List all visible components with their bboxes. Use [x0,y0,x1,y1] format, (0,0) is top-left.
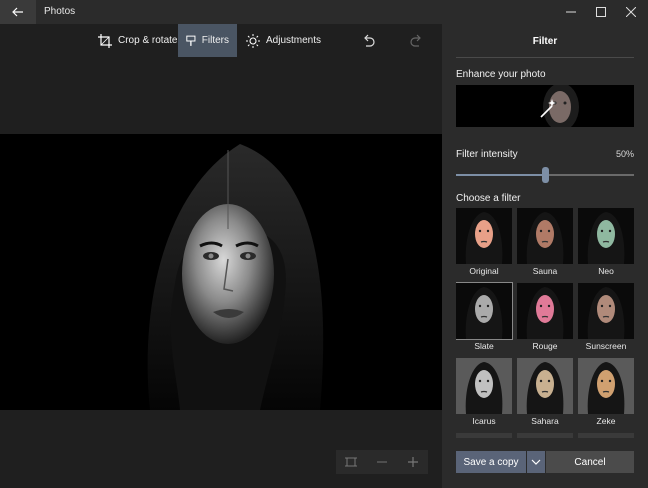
panel-divider [456,57,634,58]
save-copy-button[interactable]: Save a copy [456,451,526,473]
portrait-photo [0,134,442,410]
portrait-thumbnail [517,208,573,264]
app-title: Photos [44,6,76,17]
editor-area: Crop & rotate Filters Adjustments [0,24,442,488]
filter-option-partial[interactable] [578,433,634,438]
back-arrow-icon [12,7,23,17]
filter-label: Sauna [532,266,558,276]
tab-adjustments[interactable]: Adjustments [238,24,329,57]
portrait-thumbnail [456,208,512,264]
filter-thumbnail [456,358,512,414]
filter-label: Sunscreen [585,341,627,351]
undo-icon [364,34,375,47]
title-bar: Photos [0,0,648,24]
filter-label: Slate [474,341,494,351]
panel-title: Filter [532,36,558,47]
filter-thumbnail [578,358,634,414]
sun-icon [246,33,260,48]
zoom-controls [336,450,428,474]
undo-button[interactable] [356,24,381,57]
tab-filters[interactable]: Filters [178,24,237,57]
intensity-slider[interactable] [456,167,634,183]
minimize-button[interactable] [556,0,586,24]
slider-thumb[interactable] [542,167,549,183]
filter-grid: Original Sauna Neo Slate Rouge Sunscreen Icaru… [456,208,636,438]
filter-thumbnail [456,433,512,438]
edit-toolbar: Crop & rotate Filters Adjustments [0,24,442,58]
back-button[interactable] [0,0,36,24]
choose-filter-label: Choose a filter [456,193,521,204]
crop-label: Crop & rotate [118,35,178,46]
crop-icon [98,33,112,48]
slider-fill [456,174,545,176]
save-options-button[interactable] [527,451,545,473]
filter-label: Zeke [596,416,616,426]
portrait-thumbnail [578,358,634,414]
filter-thumbnail [517,208,573,264]
portrait-thumbnail [456,358,512,414]
minimize-icon [566,11,576,13]
photo-canvas[interactable] [0,134,442,410]
filter-thumbnail [578,208,634,264]
filter-thumbnail [578,283,634,339]
intensity-value: 50% [615,149,634,159]
filter-option[interactable]: Neo [578,208,634,276]
filter-thumbnail [517,433,573,438]
maximize-icon [596,7,606,17]
fit-screen-icon[interactable] [345,456,358,468]
filter-thumbnail [578,433,634,438]
filter-option[interactable]: Rouge [517,283,573,351]
redo-button[interactable] [404,24,429,57]
enhance-label: Enhance your photo [456,69,546,80]
filter-option[interactable]: Sauna [517,208,573,276]
filter-label: Neo [598,266,614,276]
filter-option[interactable]: Slate [456,282,513,351]
cancel-button[interactable]: Cancel [546,451,634,473]
filter-option-partial[interactable] [517,433,573,438]
filter-brush-icon [186,35,196,46]
zoom-out-icon[interactable] [376,456,388,468]
chevron-down-icon [531,459,541,465]
filters-label: Filters [201,35,229,46]
redo-icon [410,34,421,47]
filter-label: Rouge [532,341,558,351]
zoom-in-icon[interactable] [407,456,419,468]
enhance-thumbnail [456,85,634,127]
adjustments-label: Adjustments [266,35,322,46]
filter-thumbnail [517,283,573,339]
tab-crop-rotate[interactable]: Crop & rotate [90,24,185,57]
filter-label: Icarus [472,416,496,426]
intensity-label: Filter intensity [456,149,518,160]
portrait-thumbnail [578,283,634,339]
filter-label: Original [469,266,499,276]
close-icon [626,7,636,17]
maximize-button[interactable] [586,0,616,24]
portrait-thumbnail [517,283,573,339]
filter-option-partial[interactable] [456,433,512,438]
enhance-photo-button[interactable] [456,85,634,127]
filter-option[interactable]: Sunscreen [578,283,634,351]
filter-thumbnail [456,282,513,340]
filter-option[interactable]: Icarus [456,358,512,426]
portrait-thumbnail [517,358,573,414]
filter-option[interactable]: Sahara [517,358,573,426]
portrait-thumbnail [456,283,512,339]
close-button[interactable] [616,0,646,24]
filter-option[interactable]: Original [456,208,512,276]
filter-thumbnail [456,208,512,264]
filter-option[interactable]: Zeke [578,358,634,426]
filter-panel: Filter Enhance your photo Filter intensi… [442,24,648,488]
filter-label: Sahara [531,416,559,426]
portrait-thumbnail [578,208,634,264]
filter-thumbnail [517,358,573,414]
